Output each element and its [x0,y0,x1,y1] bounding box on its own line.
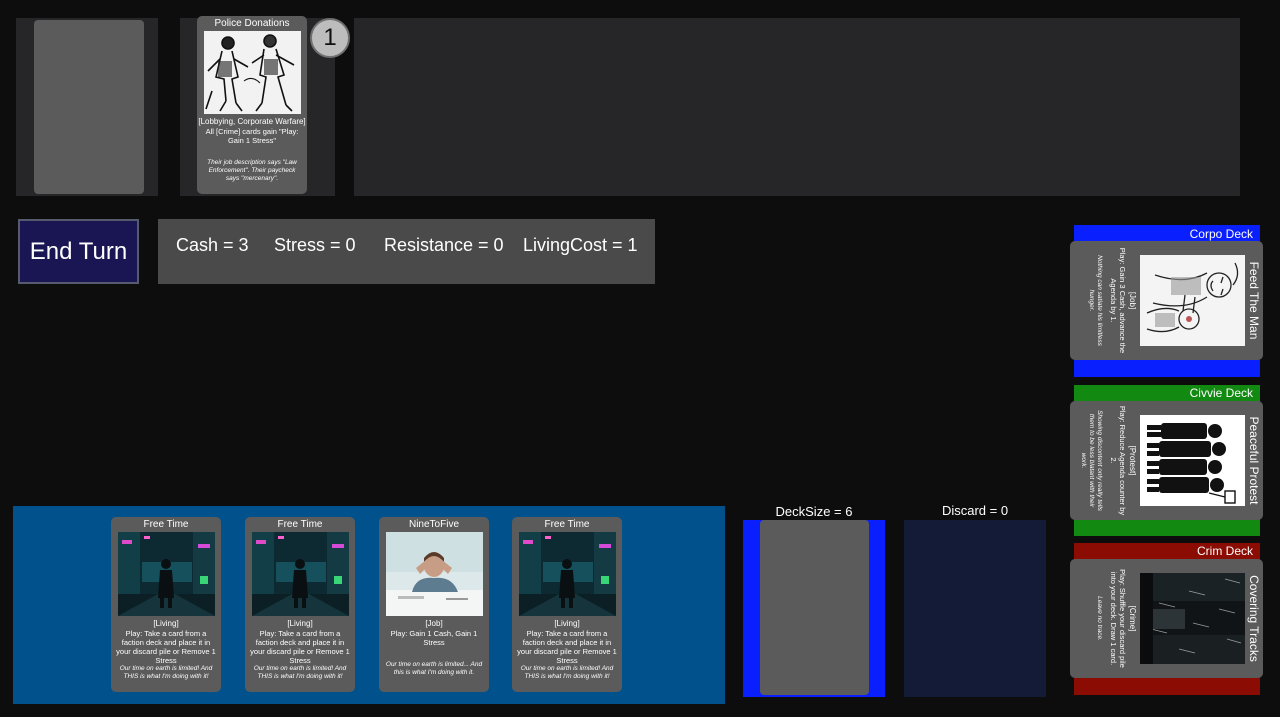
dark-rain-image [1140,573,1245,664]
card-flavor: Nothing can satiate his limitless hunger… [1088,255,1103,346]
neon-alley-image [117,532,215,616]
hand-card[interactable]: NineToFive [Job] Play: Gain 1 Cash, Gain… [379,517,489,692]
end-turn-button[interactable]: End Turn [18,219,139,284]
neon-alley-image [251,532,349,616]
discard-label: Discard = 0 [941,503,1009,518]
deck-size-label: DeckSize = 6 [775,504,853,519]
card-title: Feed The Man [1247,261,1261,340]
card-text: Play: Gain 3 Cash, advance the Agenda by… [1109,247,1127,354]
card-flavor: Our time on earth is limited... And this… [385,661,483,676]
discard-pile[interactable] [904,520,1046,697]
draw-deck-card-back[interactable] [760,520,869,695]
card-type: [Job] [1128,291,1137,310]
protest-silhouette-image [1140,415,1245,506]
hand-card[interactable]: Free Time [Living] Play: Take a card fro… [512,517,622,692]
agenda-track-zone [354,18,1240,196]
card-type: [Protest] [1128,445,1137,476]
card-type: [Living] [554,619,580,628]
card-title: Free Time [277,519,323,530]
card-text: Play: Take a card from a faction deck an… [517,629,617,665]
card-text: Play: Shuffle your discard pile into you… [1109,569,1127,668]
card-title: NineToFive [408,519,460,530]
crim-deck-label: Crim Deck [1197,544,1253,558]
card-title: Peaceful Protest [1247,416,1261,505]
agenda-deck-slot [16,18,158,196]
card-text: Play: Reduce Agenda counter by 2. [1109,405,1127,516]
hand-card[interactable]: Free Time [Living] Play: Take a card fro… [245,517,355,692]
card-flavor: Showing discontent only really tells the… [1080,410,1103,511]
feeding-sketch-image [1140,255,1245,346]
hand-card[interactable]: Free Time [Living] Play: Take a card fro… [111,517,221,692]
agenda-deck-card-back[interactable] [34,20,144,194]
corpo-deck-card[interactable]: Feed The Man [Job] Play: Gain 3 Cash, ad… [1070,241,1263,360]
agenda-card-police-donations[interactable]: Police Donations [Lobbying, Corporate Wa… [197,16,307,194]
card-flavor: Our time on earth is limited! And THIS i… [253,665,347,680]
card-text: All [Crime] cards gain "Play: Gain 1 Str… [205,127,299,145]
agenda-counter-badge: 1 [310,18,350,58]
stats-panel: Cash = 3 Stress = 0 Resistance = 0 Livin… [158,219,655,284]
card-title: Covering Tracks [1247,575,1261,662]
cash-stat: Cash = 3 [176,235,249,255]
card-type: [Living] [287,619,313,628]
card-flavor: Their job description says "Law Enforcem… [207,159,297,182]
office-worker-image [385,532,483,616]
card-flavor: Our time on earth is limited! And THIS i… [520,665,614,680]
card-title: Free Time [544,519,590,530]
card-type: [Living] [153,619,179,628]
draw-deck [743,520,885,697]
card-title: Police Donations [214,18,290,29]
living-cost-stat: LivingCost = 1 [523,235,638,255]
card-type: [Lobbying, Corporate Warfare] [198,117,306,126]
neon-alley-image [518,532,616,616]
card-flavor: Leave no trace. [1096,596,1103,641]
crim-deck-card[interactable]: Covering Tracks [Crime] Play: Shuffle yo… [1070,559,1263,678]
police-sketch-image [203,31,301,114]
player-hand-zone: Free Time [Living] Play: Take a card fro… [13,506,725,704]
card-flavor: Our time on earth is limited! And THIS i… [119,665,213,680]
resistance-stat: Resistance = 0 [384,235,504,255]
card-text: Play: Take a card from a faction deck an… [250,629,350,665]
card-text: Play: Take a card from a faction deck an… [116,629,216,665]
card-text: Play: Gain 1 Cash, Gain 1 Stress [390,629,478,647]
card-type: [Job] [425,619,443,628]
civvie-deck-label: Civvie Deck [1189,386,1253,400]
card-title: Free Time [143,519,189,530]
corpo-deck-label: Corpo Deck [1189,227,1253,241]
stress-stat: Stress = 0 [274,235,356,255]
civvie-deck-card[interactable]: Peaceful Protest [Protest] Play: Reduce … [1070,401,1263,520]
card-type: [Crime] [1128,605,1137,632]
